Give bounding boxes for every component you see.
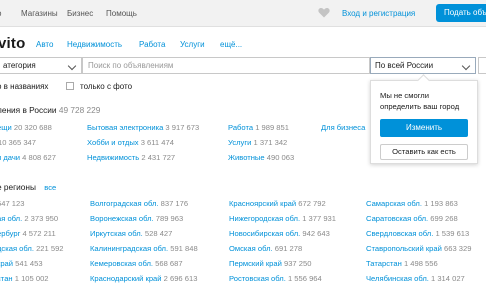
region-link[interactable]: Воронежская обл. 789 963	[90, 214, 183, 223]
listings-title: ления в России	[0, 105, 57, 115]
search-input[interactable]: Поиск по объявлениям	[82, 57, 370, 74]
chevron-down-icon	[67, 61, 77, 71]
nav-item-auto[interactable]: Авто	[36, 40, 53, 49]
region-link[interactable]: Пермский край 937 250	[229, 259, 311, 268]
region-link[interactable]: Краснодарский край 2 696 613	[90, 274, 197, 283]
nav-item-services[interactable]: Услуги	[180, 40, 205, 49]
topbar-link-business[interactable]: Бизнес	[67, 9, 93, 18]
search-submit-partial[interactable]	[478, 57, 486, 74]
post-ad-button[interactable]: Подать объ	[436, 4, 486, 22]
category-link[interactable]: Работа 1 989 851	[228, 123, 289, 132]
topbar-link-help[interactable]: Помощь	[106, 9, 137, 18]
region-link[interactable]: Ставропольский край 663 329	[366, 244, 471, 253]
region-link[interactable]: Кемеровская обл. 568 687	[90, 259, 183, 268]
region-link[interactable]: Свердловская обл. 1 539 613	[366, 229, 469, 238]
regions-title: е регионы	[0, 182, 36, 192]
category-link-business[interactable]: Для бизнеса	[321, 123, 365, 132]
listings-total-count: 49 728 229	[58, 105, 101, 115]
region-link[interactable]: Красноярский край 672 792	[229, 199, 326, 208]
region-link[interactable]: Новосибирская обл. 942 643	[229, 229, 330, 238]
region-link[interactable]: ая обл. 2 373 950	[0, 214, 58, 223]
avito-logo[interactable]: vito	[0, 35, 25, 52]
listings-heading: ления в России 49 728 229	[0, 105, 100, 115]
change-city-button[interactable]: Изменить	[380, 119, 468, 137]
nav-item-more[interactable]: ещё...	[220, 40, 242, 49]
category-link[interactable]: Бытовая электроника 3 917 673	[87, 123, 199, 132]
popup-message: Мы не смогли определить ваш город	[380, 91, 460, 111]
region-link[interactable]: Омская обл. 691 278	[229, 244, 302, 253]
top-bar: о Магазины Бизнес Помощь Вход и регистра…	[0, 0, 486, 27]
region-link[interactable]: дская обл. 221 592	[0, 244, 64, 253]
category-link[interactable]: Услуги 1 371 342	[228, 138, 287, 147]
region-link[interactable]: Ростовская обл. 1 556 964	[229, 274, 322, 283]
region-link[interactable]: Нижегородская обл. 1 377 931	[229, 214, 336, 223]
category-link[interactable]: Животные 490 063	[228, 153, 294, 162]
nav-item-jobs[interactable]: Работа	[139, 40, 165, 49]
regions-heading: е регионы все	[0, 182, 56, 192]
category-link[interactable]: Недвижимость 2 431 727	[87, 153, 175, 162]
only-photo-label[interactable]: только с фото	[80, 82, 132, 91]
login-register-link[interactable]: Вход и регистрация	[342, 9, 415, 18]
category-link[interactable]: 10 365 347	[0, 138, 36, 147]
region-link[interactable]: Волгоградская обл. 837 176	[90, 199, 188, 208]
city-detect-popup: Мы не смогли определить ваш город Измени…	[370, 74, 478, 164]
category-link[interactable]: ещи 20 320 688	[0, 123, 52, 132]
all-regions-link[interactable]: все	[44, 183, 56, 192]
region-link[interactable]: край 541 453	[0, 259, 43, 268]
popup-caret	[417, 74, 430, 87]
chevron-down-icon	[461, 61, 471, 71]
region-link[interactable]: ербург 4 572 211	[0, 229, 56, 238]
region-link[interactable]: Саратовская обл. 699 268	[366, 214, 458, 223]
region-link[interactable]: 647 123	[0, 199, 24, 208]
category-link[interactable]: Хобби и отдых 3 611 474	[87, 138, 174, 147]
topbar-link-shops[interactable]: Магазины	[21, 9, 58, 18]
nav-item-realty[interactable]: Недвижимость	[67, 40, 122, 49]
region-link[interactable]: Самарская обл. 1 193 863	[366, 199, 458, 208]
region-link[interactable]: Иркутская обл. 528 427	[90, 229, 172, 238]
region-link[interactable]: Челябинская обл. 1 314 027	[366, 274, 465, 283]
region-select-value: По всей России	[375, 61, 434, 70]
region-link[interactable]: Калининградская обл. 591 848	[90, 244, 198, 253]
favorites-heart-icon[interactable]	[318, 7, 330, 18]
keep-city-button[interactable]: Оставить как есть	[380, 144, 468, 160]
only-photo-checkbox[interactable]	[66, 82, 74, 90]
topbar-link-partial[interactable]: о	[0, 9, 1, 18]
category-select[interactable]: атегория	[0, 57, 82, 74]
search-in-titles-label[interactable]: о в названиях	[0, 82, 48, 91]
region-link[interactable]: стан 1 105 002	[0, 274, 49, 283]
region-select[interactable]: По всей России	[370, 57, 476, 74]
region-link[interactable]: Татарстан 1 498 556	[366, 259, 438, 268]
category-select-value: атегория	[3, 61, 36, 70]
category-link[interactable]: и дачи 4 808 627	[0, 153, 56, 162]
